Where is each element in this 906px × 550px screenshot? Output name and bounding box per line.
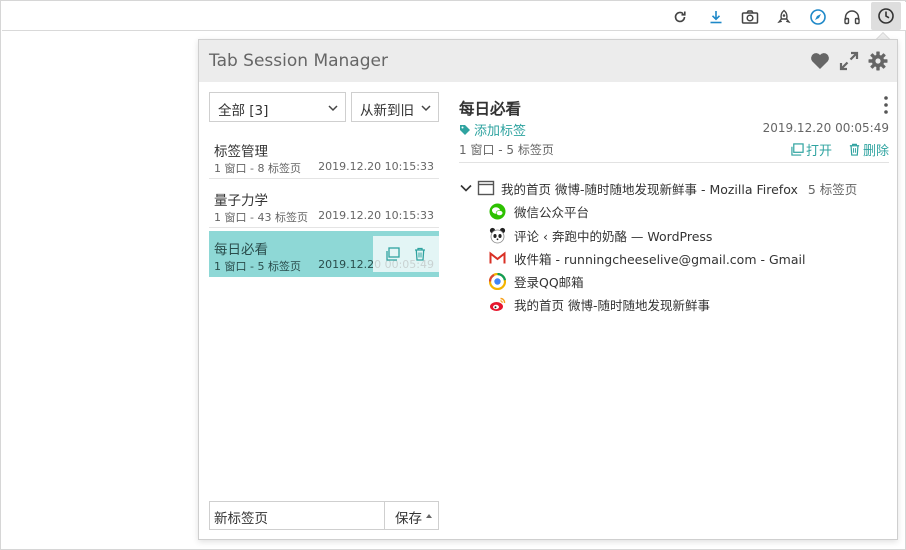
- session-date: 2019.12.20 10:15:33: [318, 209, 434, 222]
- panda-icon: [489, 227, 506, 244]
- tab-title: 微信公众平台: [514, 204, 590, 220]
- session-name: 每日必看: [214, 242, 268, 258]
- delete-button[interactable]: 删除: [848, 140, 889, 159]
- chevron-down-icon: [328, 105, 338, 112]
- gmail-icon: [489, 250, 506, 267]
- tab-row[interactable]: 登录QQ邮箱: [489, 271, 584, 291]
- heart-icon[interactable]: [809, 50, 831, 72]
- window-row[interactable]: 我的首页 微博-随时随地发现新鲜事 - Mozilla Firefox 5 标签…: [459, 179, 857, 197]
- app-title: Tab Session Manager: [209, 51, 388, 71]
- detail-title: 每日必看: [459, 100, 522, 118]
- popup-caret: [876, 32, 890, 39]
- session-name: 量子力学: [214, 193, 268, 209]
- session-date: 2019.12.20 10:15:33: [318, 160, 434, 173]
- session-meta: 1 窗口 - 8 标签页: [214, 162, 301, 175]
- gear-icon[interactable]: [867, 50, 889, 72]
- window-tab-count: 5 标签页: [807, 181, 858, 197]
- session-name: 标签管理: [214, 144, 268, 160]
- tab-row[interactable]: 微信公众平台: [489, 201, 589, 221]
- trash-icon: [849, 143, 860, 156]
- tag-filter-value: 全部 [3]: [218, 103, 269, 119]
- compass-icon[interactable]: [806, 5, 830, 29]
- download-icon[interactable]: [704, 5, 728, 29]
- session-meta: 1 窗口 - 5 标签页: [214, 260, 301, 273]
- session-item-selected[interactable]: 每日必看 1 窗口 - 5 标签页 2019.12.20 00:05:49: [209, 231, 439, 277]
- save-button[interactable]: 保存: [384, 501, 439, 530]
- tab-title: 评论 ‹ 奔跑中的奶酪 — WordPress: [514, 228, 713, 244]
- rocket-icon[interactable]: [772, 5, 796, 29]
- reload-icon[interactable]: [668, 5, 692, 29]
- tab-row[interactable]: 我的首页 微博-随时随地发现新鲜事: [489, 294, 710, 314]
- session-hover-actions: [373, 236, 439, 272]
- chevron-down-icon[interactable]: [459, 181, 473, 195]
- divider: [459, 162, 889, 163]
- wechat-icon: [489, 203, 506, 220]
- qq-icon: [489, 272, 506, 290]
- open-window-icon: [791, 143, 804, 156]
- session-item[interactable]: 标签管理 1 窗口 - 8 标签页 2019.12.20 10:15:33: [209, 133, 439, 179]
- tab-row[interactable]: 收件箱 - runningcheeselive@gmail.com - Gmai…: [489, 248, 805, 268]
- detail-date: 2019.12.20 00:05:49: [762, 121, 889, 135]
- session-manager-popup: Tab Session Manager 全部 [3] 从新到旧 标签管理 1 窗…: [198, 39, 898, 540]
- camera-icon[interactable]: [738, 5, 762, 29]
- open-button[interactable]: 打开: [791, 140, 832, 159]
- new-session-name-input[interactable]: 新标签页: [209, 501, 385, 530]
- open-window-icon[interactable]: [385, 247, 400, 261]
- popup-header: Tab Session Manager: [199, 40, 897, 82]
- trash-icon[interactable]: [413, 247, 427, 261]
- window-title: 我的首页 微博-随时随地发现新鲜事 - Mozilla Firefox: [501, 181, 798, 197]
- tab-title: 我的首页 微博-随时随地发现新鲜事: [514, 297, 710, 313]
- sort-select[interactable]: 从新到旧: [351, 92, 439, 122]
- delete-label: 删除: [863, 144, 890, 159]
- tab-title: 收件箱 - runningcheeselive@gmail.com - Gmai…: [514, 251, 806, 267]
- caret-up-icon: [426, 514, 432, 518]
- chevron-down-icon: [421, 105, 431, 112]
- sort-value: 从新到旧: [360, 103, 414, 119]
- clock-icon[interactable]: [871, 2, 901, 30]
- headphones-icon[interactable]: [840, 5, 864, 29]
- weibo-icon: [489, 296, 506, 313]
- session-item[interactable]: 量子力学 1 窗口 - 43 标签页 2019.12.20 10:15:33: [209, 182, 439, 228]
- more-options-icon[interactable]: [882, 95, 890, 115]
- save-label: 保存: [395, 511, 422, 527]
- add-tag-button[interactable]: 添加标签: [459, 120, 526, 139]
- detail-meta: 1 窗口 - 5 标签页: [459, 143, 554, 157]
- browser-toolbar: [2, 2, 906, 31]
- window-icon: [477, 180, 495, 196]
- tag-icon: [460, 124, 470, 135]
- tab-title: 登录QQ邮箱: [514, 274, 584, 290]
- open-label: 打开: [806, 144, 833, 159]
- session-meta: 1 窗口 - 43 标签页: [214, 211, 308, 224]
- browser-frame: Tab Session Manager 全部 [3] 从新到旧 标签管理 1 窗…: [0, 0, 906, 550]
- add-tag-label: 添加标签: [474, 124, 527, 139]
- expand-icon[interactable]: [838, 50, 860, 72]
- tag-filter-select[interactable]: 全部 [3]: [209, 92, 346, 122]
- tab-row[interactable]: 评论 ‹ 奔跑中的奶酪 — WordPress: [489, 225, 712, 245]
